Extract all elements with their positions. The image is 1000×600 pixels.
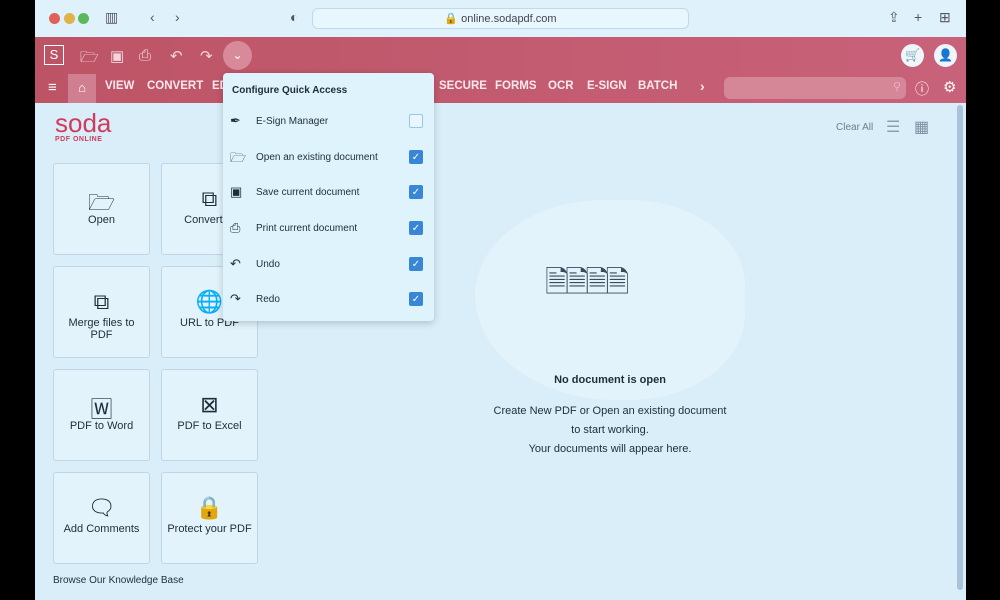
checkbox[interactable]: ✓ bbox=[409, 292, 423, 306]
tile-merge[interactable]: ⧉ Merge files to PDF bbox=[53, 266, 150, 358]
tab-esign[interactable]: E-SIGN bbox=[587, 80, 627, 92]
search-input[interactable]: ⚲ bbox=[724, 77, 906, 99]
menu-item-undo[interactable]: ↶ Undo ✓ bbox=[223, 250, 434, 280]
empty-text-2: to start working. bbox=[571, 424, 649, 436]
url-text: online.sodapdf.com bbox=[461, 13, 557, 25]
menu-item-open[interactable]: 🗁 Open an existing document ✓ bbox=[223, 143, 434, 173]
empty-text-1: Create New PDF or Open an existing docum… bbox=[493, 405, 727, 417]
tile-comments[interactable]: 🗨 Add Comments bbox=[53, 472, 150, 564]
menu-title: Configure Quick Access bbox=[232, 85, 348, 96]
tile-excel[interactable]: ⊠ PDF to Excel bbox=[161, 369, 258, 461]
checkbox[interactable]: ✓ bbox=[409, 150, 423, 164]
excel-icon: ⊠ bbox=[200, 392, 219, 417]
tab-view[interactable]: VIEW bbox=[105, 80, 134, 92]
tab-ocr[interactable]: OCR bbox=[548, 80, 574, 92]
quick-access-toolbar: S 🗁 ▣ ⎙ ↶ ↷ ⌄ 🛒 👤 bbox=[35, 37, 966, 74]
word-icon: 🅆 bbox=[90, 397, 113, 422]
redo-icon[interactable]: ↷ bbox=[200, 47, 213, 65]
menu-item-redo[interactable]: ↷ Redo ✓ bbox=[223, 285, 434, 315]
account-button[interactable]: 👤 bbox=[934, 44, 957, 67]
back-icon[interactable]: ‹ bbox=[150, 9, 155, 25]
checkbox[interactable]: ✓ bbox=[409, 221, 423, 235]
comment-icon: 🗨 bbox=[87, 495, 116, 520]
grid-view-icon[interactable]: ▦ bbox=[914, 117, 929, 137]
app-logo[interactable]: S bbox=[44, 45, 64, 65]
settings-icon[interactable]: ⚙ bbox=[943, 78, 956, 96]
main-nav: ≡ ⌂ VIEW CONVERT ED SECURE FORMS OCR E-S… bbox=[35, 74, 966, 103]
tile-protect[interactable]: 🔒 Protect your PDF bbox=[161, 472, 258, 564]
save-icon[interactable]: ▣ bbox=[110, 47, 124, 65]
more-tabs-icon[interactable]: › bbox=[700, 78, 705, 94]
sidebar-icon[interactable]: ▥ bbox=[105, 9, 118, 26]
checkbox[interactable]: ✓ bbox=[409, 257, 423, 271]
print-icon[interactable]: ⎙ bbox=[139, 47, 151, 64]
documents-icon: 🗎🗎🗎🗎 bbox=[545, 266, 630, 299]
folder-open-icon: 🗁 bbox=[230, 150, 247, 165]
lock-icon: 🔒 bbox=[195, 495, 224, 520]
tab-batch[interactable]: BATCH bbox=[638, 80, 677, 92]
browser-chrome: ▥ ‹ › ◐ 🔒 online.sodapdf.com ⇪ + ⊞ bbox=[35, 0, 966, 37]
print-icon: ⎙ bbox=[230, 220, 241, 235]
empty-text-3: Your documents will appear here. bbox=[528, 443, 692, 455]
empty-title: No document is open bbox=[554, 374, 666, 386]
checkbox[interactable] bbox=[409, 114, 423, 128]
menu-item-esign[interactable]: ✒ E-Sign Manager bbox=[223, 107, 434, 137]
soda-logo: soda PDF ONLINE bbox=[55, 108, 112, 143]
list-view-icon[interactable]: ☰ bbox=[886, 117, 900, 137]
undo-icon[interactable]: ↶ bbox=[170, 47, 183, 65]
open-icon[interactable]: 🗁 bbox=[80, 47, 99, 72]
new-tab-icon[interactable]: + bbox=[914, 9, 922, 25]
search-icon: ⚲ bbox=[892, 81, 901, 93]
undo-icon: ↶ bbox=[230, 256, 241, 271]
browser-window: ▥ ‹ › ◐ 🔒 online.sodapdf.com ⇪ + ⊞ S 🗁 ▣… bbox=[35, 0, 966, 600]
share-icon[interactable]: ⇪ bbox=[888, 9, 900, 26]
checkbox[interactable]: ✓ bbox=[409, 185, 423, 199]
save-icon: ▣ bbox=[230, 184, 243, 199]
folder-open-icon: 🗁 bbox=[87, 190, 116, 215]
knowledge-base-link[interactable]: Browse Our Knowledge Base bbox=[53, 575, 184, 586]
pen-icon: ✒ bbox=[230, 113, 241, 128]
home-tab[interactable]: ⌂ bbox=[68, 74, 96, 103]
tile-open[interactable]: 🗁 Open bbox=[53, 163, 150, 255]
address-bar[interactable]: 🔒 online.sodapdf.com bbox=[312, 8, 689, 29]
redo-icon: ↷ bbox=[230, 291, 241, 306]
tab-convert[interactable]: CONVERT bbox=[147, 80, 203, 92]
forward-icon[interactable]: › bbox=[175, 9, 180, 25]
menu-icon[interactable]: ≡ bbox=[48, 79, 57, 96]
clear-all-button[interactable]: Clear All bbox=[836, 122, 873, 133]
minimize-window-button[interactable] bbox=[64, 13, 75, 24]
tile-word[interactable]: 🅆 PDF to Word bbox=[53, 369, 150, 461]
cart-button[interactable]: 🛒 bbox=[901, 44, 924, 67]
help-icon[interactable]: ⓘ bbox=[915, 79, 929, 99]
close-window-button[interactable] bbox=[49, 13, 60, 24]
tab-secure[interactable]: SECURE bbox=[439, 80, 487, 92]
tab-overview-icon[interactable]: ⊞ bbox=[939, 9, 951, 26]
quick-access-menu: Configure Quick Access ✒ E-Sign Manager 🗁… bbox=[223, 73, 434, 321]
maximize-window-button[interactable] bbox=[78, 13, 89, 24]
quick-access-dropdown-button[interactable]: ⌄ bbox=[223, 41, 252, 70]
merge-icon: ⧉ bbox=[93, 289, 110, 314]
tab-forms[interactable]: FORMS bbox=[495, 80, 537, 92]
shield-icon[interactable]: ◐ bbox=[290, 9, 298, 25]
menu-item-print[interactable]: ⎙ Print current document ✓ bbox=[223, 214, 434, 244]
empty-illustration: 🗎🗎🗎🗎 bbox=[475, 200, 745, 400]
menu-item-save[interactable]: ▣ Save current document ✓ bbox=[223, 178, 434, 208]
scrollbar[interactable] bbox=[957, 105, 963, 590]
